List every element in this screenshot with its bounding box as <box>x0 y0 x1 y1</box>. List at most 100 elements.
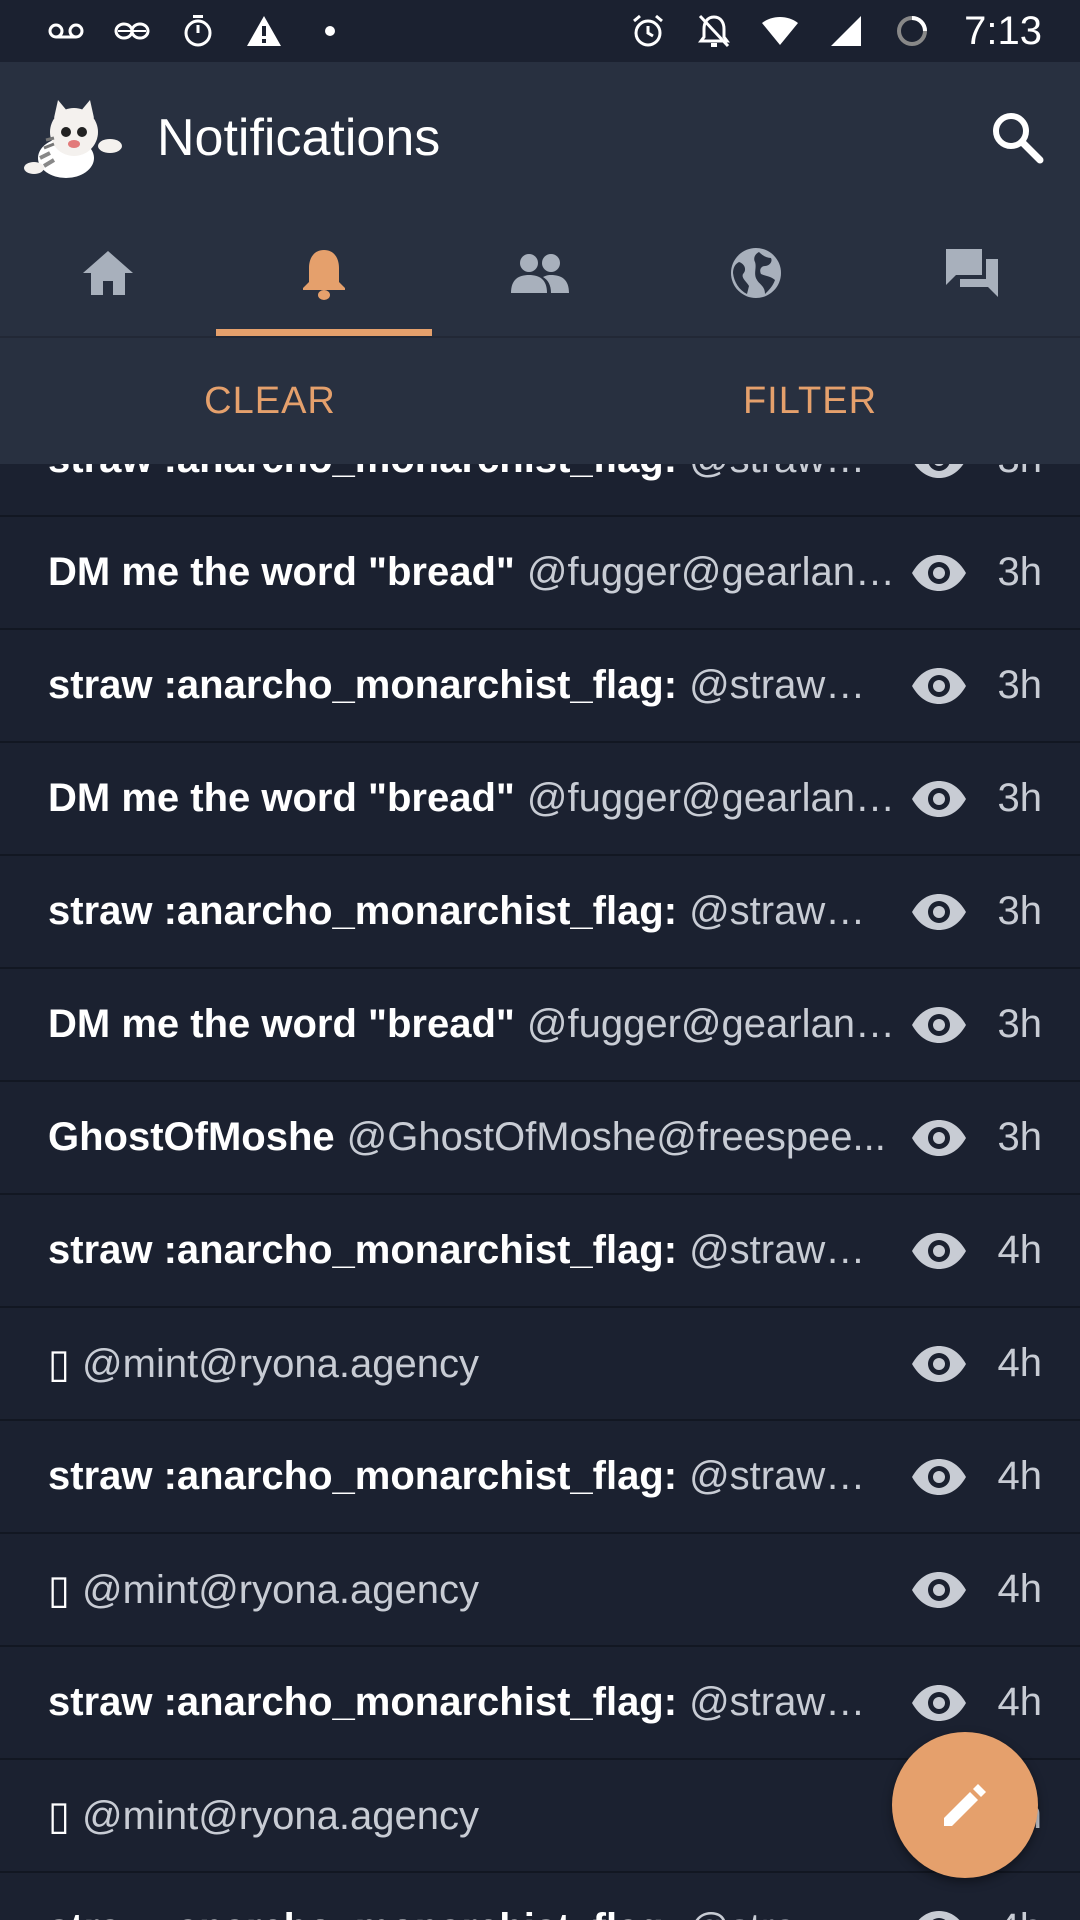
search-button[interactable] <box>982 102 1052 172</box>
people-icon <box>511 254 569 293</box>
list-item[interactable]: GhostOfMoshe @GhostOfMoshe@freespee... 3h <box>0 1082 1080 1195</box>
visibility-icon[interactable] <box>908 464 970 491</box>
notification-text: DM me the word "bread" @fugger@gearlandi.… <box>48 1002 900 1047</box>
notification-list[interactable]: straw :anarcho_monarchist_flag:@straw@s.… <box>0 464 1080 1920</box>
dot-icon <box>310 11 350 51</box>
notification-text: DM me the word "bread" @fugger@gearlandi.… <box>48 550 900 595</box>
display-name: straw :anarcho_monarchist_flag: <box>48 1680 678 1724</box>
list-item[interactable]: DM me the word "bread" @fugger@gearlandi.… <box>0 743 1080 856</box>
search-icon <box>993 113 1044 164</box>
notification-text: straw :anarcho_monarchist_flag:@straw@s.… <box>48 663 900 708</box>
account-handle: @mint@ryona.agency <box>82 1567 479 1612</box>
list-item[interactable]: DM me the word "bread" @fugger@gearlandi.… <box>0 969 1080 1082</box>
timestamp: 3h <box>997 1115 1043 1159</box>
tab-conversations[interactable] <box>864 210 1080 336</box>
status-bar: 7:13 <box>0 0 1080 62</box>
timestamp: 3h <box>997 1002 1043 1046</box>
tab-local[interactable] <box>432 210 648 336</box>
list-item[interactable]: ▯@mint@ryona.agency 4h <box>0 1534 1080 1647</box>
display-name: straw :anarcho_monarchist_flag: <box>48 663 678 707</box>
display-name: ▯ <box>48 1567 71 1612</box>
account-handle: @fugger@gearlandi... <box>526 550 900 594</box>
list-item[interactable]: ▯@mint@ryona.agency 4h <box>0 1308 1080 1421</box>
visibility-icon[interactable] <box>908 994 970 1056</box>
notifications-off-icon <box>694 11 734 51</box>
visibility-icon[interactable] <box>908 1107 970 1169</box>
display-name: DM me the word "bread" <box>48 776 515 820</box>
notification-text: straw :anarcho_monarchist_flag:@straw@s.… <box>48 889 900 934</box>
visibility-icon[interactable] <box>908 1220 970 1282</box>
account-handle: @straw@s... <box>689 464 900 482</box>
visibility-icon[interactable] <box>908 1672 970 1734</box>
display-name: ▯ <box>48 1341 71 1386</box>
timestamp: 4h <box>997 1228 1043 1272</box>
list-item[interactable]: straw :anarcho_monarchist_flag:@straw@s.… <box>0 856 1080 969</box>
action-bar: CLEAR FILTER <box>0 336 1080 464</box>
account-handle: @mint@ryona.agency <box>82 1341 479 1386</box>
visibility-icon[interactable] <box>908 655 970 717</box>
account-handle: @fugger@gearlandi... <box>526 1002 900 1046</box>
clear-button[interactable]: CLEAR <box>0 338 540 464</box>
filter-button[interactable]: FILTER <box>540 338 1080 464</box>
account-handle: @GhostOfMoshe@freespee... <box>346 1115 886 1159</box>
visibility-icon[interactable] <box>908 542 970 604</box>
voicemail-icon <box>46 11 86 51</box>
pencil-icon <box>944 1784 986 1826</box>
list-item[interactable]: straw :anarcho_monarchist_flag:@straw@s.… <box>0 630 1080 743</box>
notification-text: ▯ @mint@ryona.agency <box>48 1341 900 1387</box>
compose-button[interactable] <box>892 1732 1038 1878</box>
account-handle: @straw@s... <box>689 1454 900 1498</box>
timestamp: 3h <box>992 464 1043 482</box>
visibility-icon[interactable] <box>908 1333 970 1395</box>
notification-text: straw :anarcho_monarchist_flag:@straw@s.… <box>48 1906 900 1920</box>
display-name: DM me the word "bread" <box>48 1002 515 1046</box>
visibility-icon[interactable] <box>908 881 970 943</box>
alarm-icon <box>628 11 668 51</box>
display-name: straw :anarcho_monarchist_flag: <box>48 889 678 933</box>
timestamp: 4h <box>997 1680 1043 1724</box>
infinity-icon <box>112 11 152 51</box>
stopwatch-icon <box>178 11 218 51</box>
visibility-icon[interactable] <box>908 1446 970 1508</box>
timestamp: 3h <box>997 663 1043 707</box>
timestamp: 3h <box>997 776 1043 820</box>
signal-icon <box>826 11 866 51</box>
account-handle: @straw@s... <box>689 1680 900 1724</box>
avatar[interactable] <box>24 98 124 184</box>
display-name: ▯ <box>48 1793 71 1838</box>
bell-icon <box>303 250 345 300</box>
visibility-icon[interactable] <box>908 768 970 830</box>
notification-text: straw :anarcho_monarchist_flag:@straw@s.… <box>48 1228 900 1273</box>
timestamp: 3h <box>997 550 1043 594</box>
display-name: straw :anarcho_monarchist_flag: <box>48 1228 678 1272</box>
status-time: 7:13 <box>964 8 1042 53</box>
account-handle: @mint@ryona.agency <box>82 1793 479 1838</box>
sync-icon <box>892 11 932 51</box>
account-handle: @straw@s... <box>689 1228 900 1272</box>
timestamp: 4h <box>997 1454 1043 1498</box>
home-icon <box>83 251 133 295</box>
app-bar: Notifications <box>0 62 1080 210</box>
notification-text: straw :anarcho_monarchist_flag:@straw@s.… <box>48 1680 900 1725</box>
notification-text: straw :anarcho_monarchist_flag:@straw@s.… <box>48 1454 900 1499</box>
list-item[interactable]: straw :anarcho_monarchist_flag:@straw@s.… <box>0 464 1080 517</box>
tab-home[interactable] <box>0 210 216 336</box>
visibility-icon[interactable] <box>908 1559 970 1621</box>
display-name: straw :anarcho_monarchist_flag: <box>48 1454 678 1498</box>
globe-icon <box>731 248 781 298</box>
display-name: DM me the word "bread" <box>48 550 515 594</box>
timestamp: 4h <box>992 1906 1043 1920</box>
timestamp: 3h <box>997 889 1043 933</box>
list-item[interactable]: DM me the word "bread" @fugger@gearlandi.… <box>0 517 1080 630</box>
list-item[interactable]: straw :anarcho_monarchist_flag:@straw@s.… <box>0 1195 1080 1308</box>
tab-notifications[interactable] <box>216 210 432 336</box>
list-item[interactable]: straw :anarcho_monarchist_flag:@straw@s.… <box>0 1647 1080 1760</box>
notification-text: DM me the word "bread" @fugger@gearlandi.… <box>48 776 900 821</box>
list-item[interactable]: straw :anarcho_monarchist_flag:@straw@s.… <box>0 1873 1080 1920</box>
tab-federated[interactable] <box>648 210 864 336</box>
notification-text: straw :anarcho_monarchist_flag:@straw@s.… <box>48 464 900 482</box>
visibility-icon[interactable] <box>908 1898 970 1920</box>
notification-text: ▯ @mint@ryona.agency <box>48 1567 900 1613</box>
list-item[interactable]: straw :anarcho_monarchist_flag:@straw@s.… <box>0 1421 1080 1534</box>
display-name: GhostOfMoshe <box>48 1115 335 1159</box>
